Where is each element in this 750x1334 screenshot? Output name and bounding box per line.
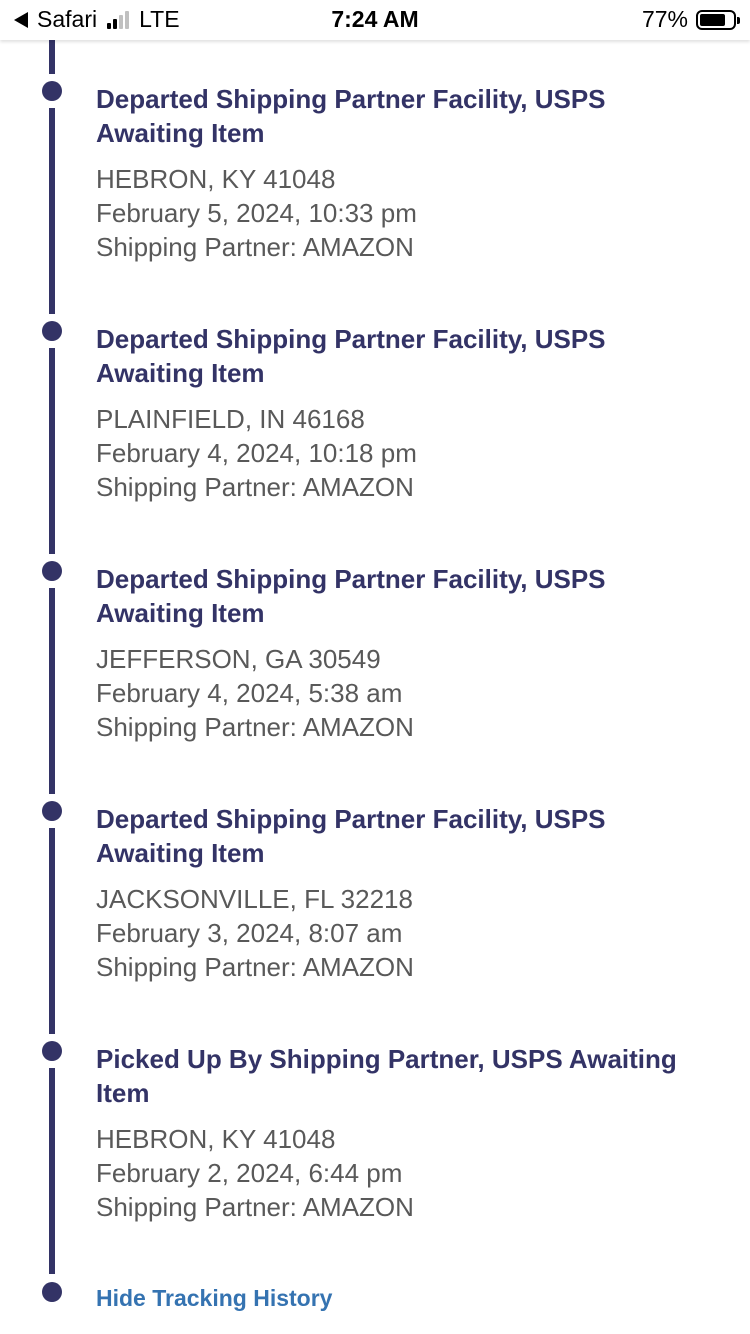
event-title-line: Awaiting Item [96, 118, 265, 148]
event-title-line: Departed Shipping Partner Facility, USPS [96, 84, 606, 114]
event-partner: Shipping Partner: AMAZON [96, 232, 414, 262]
event-title-line: Departed Shipping Partner Facility, USPS [96, 324, 606, 354]
event-location: HEBRON, KY 41048 [96, 1124, 336, 1154]
event-title-line: Picked Up By Shipping Partner, USPS Awai… [96, 1044, 677, 1074]
timeline-line [49, 1068, 55, 1274]
event-datetime: February 2, 2024, 6:44 pm [96, 1158, 403, 1188]
event-location: HEBRON, KY 41048 [96, 164, 336, 194]
timeline-dot-icon [42, 1282, 62, 1302]
event-title-line: Awaiting Item [96, 838, 265, 868]
tracking-event: Departed Shipping Partner Facility, USPS… [96, 802, 736, 984]
timeline-dot-icon [42, 801, 62, 821]
event-datetime: February 4, 2024, 5:38 am [96, 678, 403, 708]
timeline-line [49, 348, 55, 554]
event-location: JACKSONVILLE, FL 32218 [96, 884, 413, 914]
timeline-line [49, 588, 55, 794]
event-title: Departed Shipping Partner Facility, USPS… [96, 562, 736, 630]
event-partner: Shipping Partner: AMAZON [96, 712, 414, 742]
tracking-event: Departed Shipping Partner Facility, USPS… [96, 562, 736, 744]
event-title: Departed Shipping Partner Facility, USPS… [96, 82, 736, 150]
battery-fill [700, 13, 725, 26]
event-title: Picked Up By Shipping Partner, USPS Awai… [96, 1042, 736, 1110]
event-title-line: Awaiting Item [96, 358, 265, 388]
event-location: JEFFERSON, GA 30549 [96, 644, 381, 674]
tracking-event: Departed Shipping Partner Facility, USPS… [96, 322, 736, 504]
timeline-line [49, 108, 55, 314]
hide-tracking-history-link[interactable]: Hide Tracking History [96, 1285, 332, 1312]
event-partner: Shipping Partner: AMAZON [96, 1192, 414, 1222]
event-partner: Shipping Partner: AMAZON [96, 472, 414, 502]
battery-icon [696, 9, 740, 30]
timeline-line [49, 40, 55, 74]
event-title: Departed Shipping Partner Facility, USPS… [96, 802, 736, 870]
clock: 7:24 AM [331, 6, 419, 32]
event-title-line: Departed Shipping Partner Facility, USPS [96, 804, 606, 834]
event-datetime: February 3, 2024, 8:07 am [96, 918, 403, 948]
event-location: PLAINFIELD, IN 46168 [96, 404, 365, 434]
timeline-dot-icon [42, 561, 62, 581]
event-title-line: Departed Shipping Partner Facility, USPS [96, 564, 606, 594]
battery-status: 77% [641, 6, 740, 33]
event-partner: Shipping Partner: AMAZON [96, 952, 414, 982]
status-bar: Safari LTE 7:24 AM 77% [0, 0, 750, 40]
timeline-dot-icon [42, 81, 62, 101]
timeline-dot-icon [42, 321, 62, 341]
timeline-dot-icon [42, 1041, 62, 1061]
event-datetime: February 4, 2024, 10:18 pm [96, 438, 417, 468]
timeline-line [49, 828, 55, 1034]
event-title-line: Item [96, 1078, 150, 1108]
event-datetime: February 5, 2024, 10:33 pm [96, 198, 417, 228]
tracking-event: Departed Shipping Partner Facility, USPS… [96, 82, 736, 264]
event-title-line: Awaiting Item [96, 598, 265, 628]
event-title: Departed Shipping Partner Facility, USPS… [96, 322, 736, 390]
battery-nub [737, 16, 740, 24]
tracking-event: Picked Up By Shipping Partner, USPS Awai… [96, 1042, 736, 1224]
battery-percent: 77% [641, 6, 688, 32]
